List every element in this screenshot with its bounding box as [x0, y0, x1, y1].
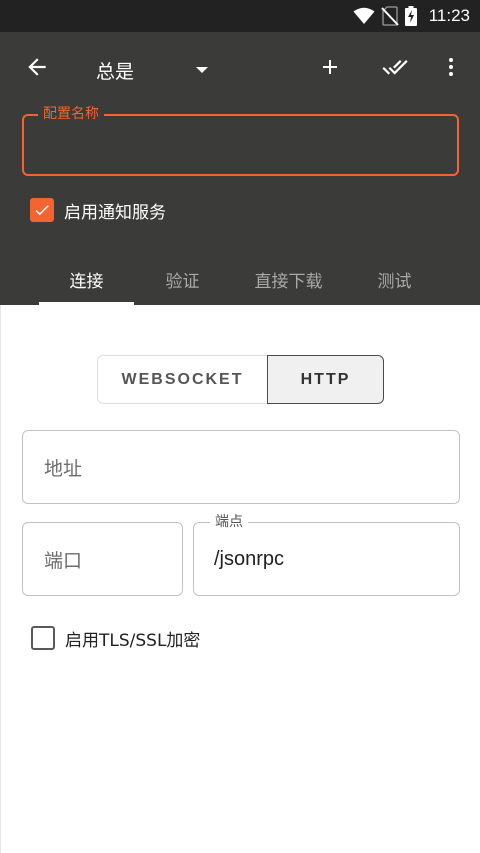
dropdown-arrow-icon — [196, 67, 209, 73]
connection-panel: WEBSOCKET HTTP 地址 端口 端点 /jsonrpc 启用TLS/S… — [0, 305, 480, 853]
port-field[interactable]: 端口 — [22, 522, 183, 596]
notify-service-checkbox[interactable]: 启用通知服务 — [30, 197, 166, 223]
clock: 11:23 — [428, 6, 470, 25]
notify-service-label: 启用通知服务 — [64, 202, 166, 223]
address-field[interactable]: 地址 — [22, 430, 460, 504]
no-sim-icon — [380, 6, 399, 26]
tab-bar: 连接 验证 直接下载 测试 — [0, 254, 480, 305]
checkbox-unchecked-icon — [31, 626, 55, 650]
tls-label: 启用TLS/SSL加密 — [65, 630, 201, 651]
tab-direct-download[interactable]: 直接下载 — [231, 254, 346, 305]
websocket-toggle-button[interactable]: WEBSOCKET — [97, 355, 267, 404]
status-icons: 11:23 — [353, 0, 470, 32]
wifi-icon — [353, 7, 375, 25]
port-placeholder: 端口 — [44, 549, 83, 572]
http-toggle-button[interactable]: HTTP — [267, 355, 384, 404]
tab-test[interactable]: 测试 — [347, 254, 442, 305]
arrow-left-icon — [24, 54, 50, 84]
app-bar: 总是 配置名称 启用通知服务 连接 验证 直接下载 测试 — [0, 32, 480, 305]
tab-auth[interactable]: 验证 — [135, 254, 230, 305]
status-bar: 11:23 — [0, 0, 480, 32]
add-button[interactable] — [307, 46, 353, 92]
save-all-button[interactable] — [372, 46, 418, 92]
more-vertical-icon — [439, 55, 463, 83]
back-button[interactable] — [14, 46, 60, 92]
endpoint-field[interactable]: 端点 /jsonrpc — [193, 513, 460, 596]
spinner-value: 总是 — [96, 60, 135, 83]
battery-charging-icon — [404, 6, 417, 26]
profile-name-label: 配置名称 — [38, 105, 104, 123]
double-check-icon — [379, 54, 411, 84]
toolbar: 总是 — [0, 32, 480, 106]
mode-spinner[interactable]: 总是 — [96, 50, 209, 90]
connection-type-toggle: WEBSOCKET HTTP — [97, 355, 384, 404]
more-options-button[interactable] — [428, 46, 474, 92]
profile-name-field[interactable]: 配置名称 — [22, 105, 459, 176]
tab-connection[interactable]: 连接 — [39, 254, 134, 305]
endpoint-value: /jsonrpc — [214, 547, 285, 570]
plus-icon — [318, 55, 342, 83]
checkbox-checked-icon — [30, 198, 54, 222]
address-placeholder: 地址 — [44, 457, 83, 480]
tls-checkbox[interactable]: 启用TLS/SSL加密 — [31, 625, 200, 651]
